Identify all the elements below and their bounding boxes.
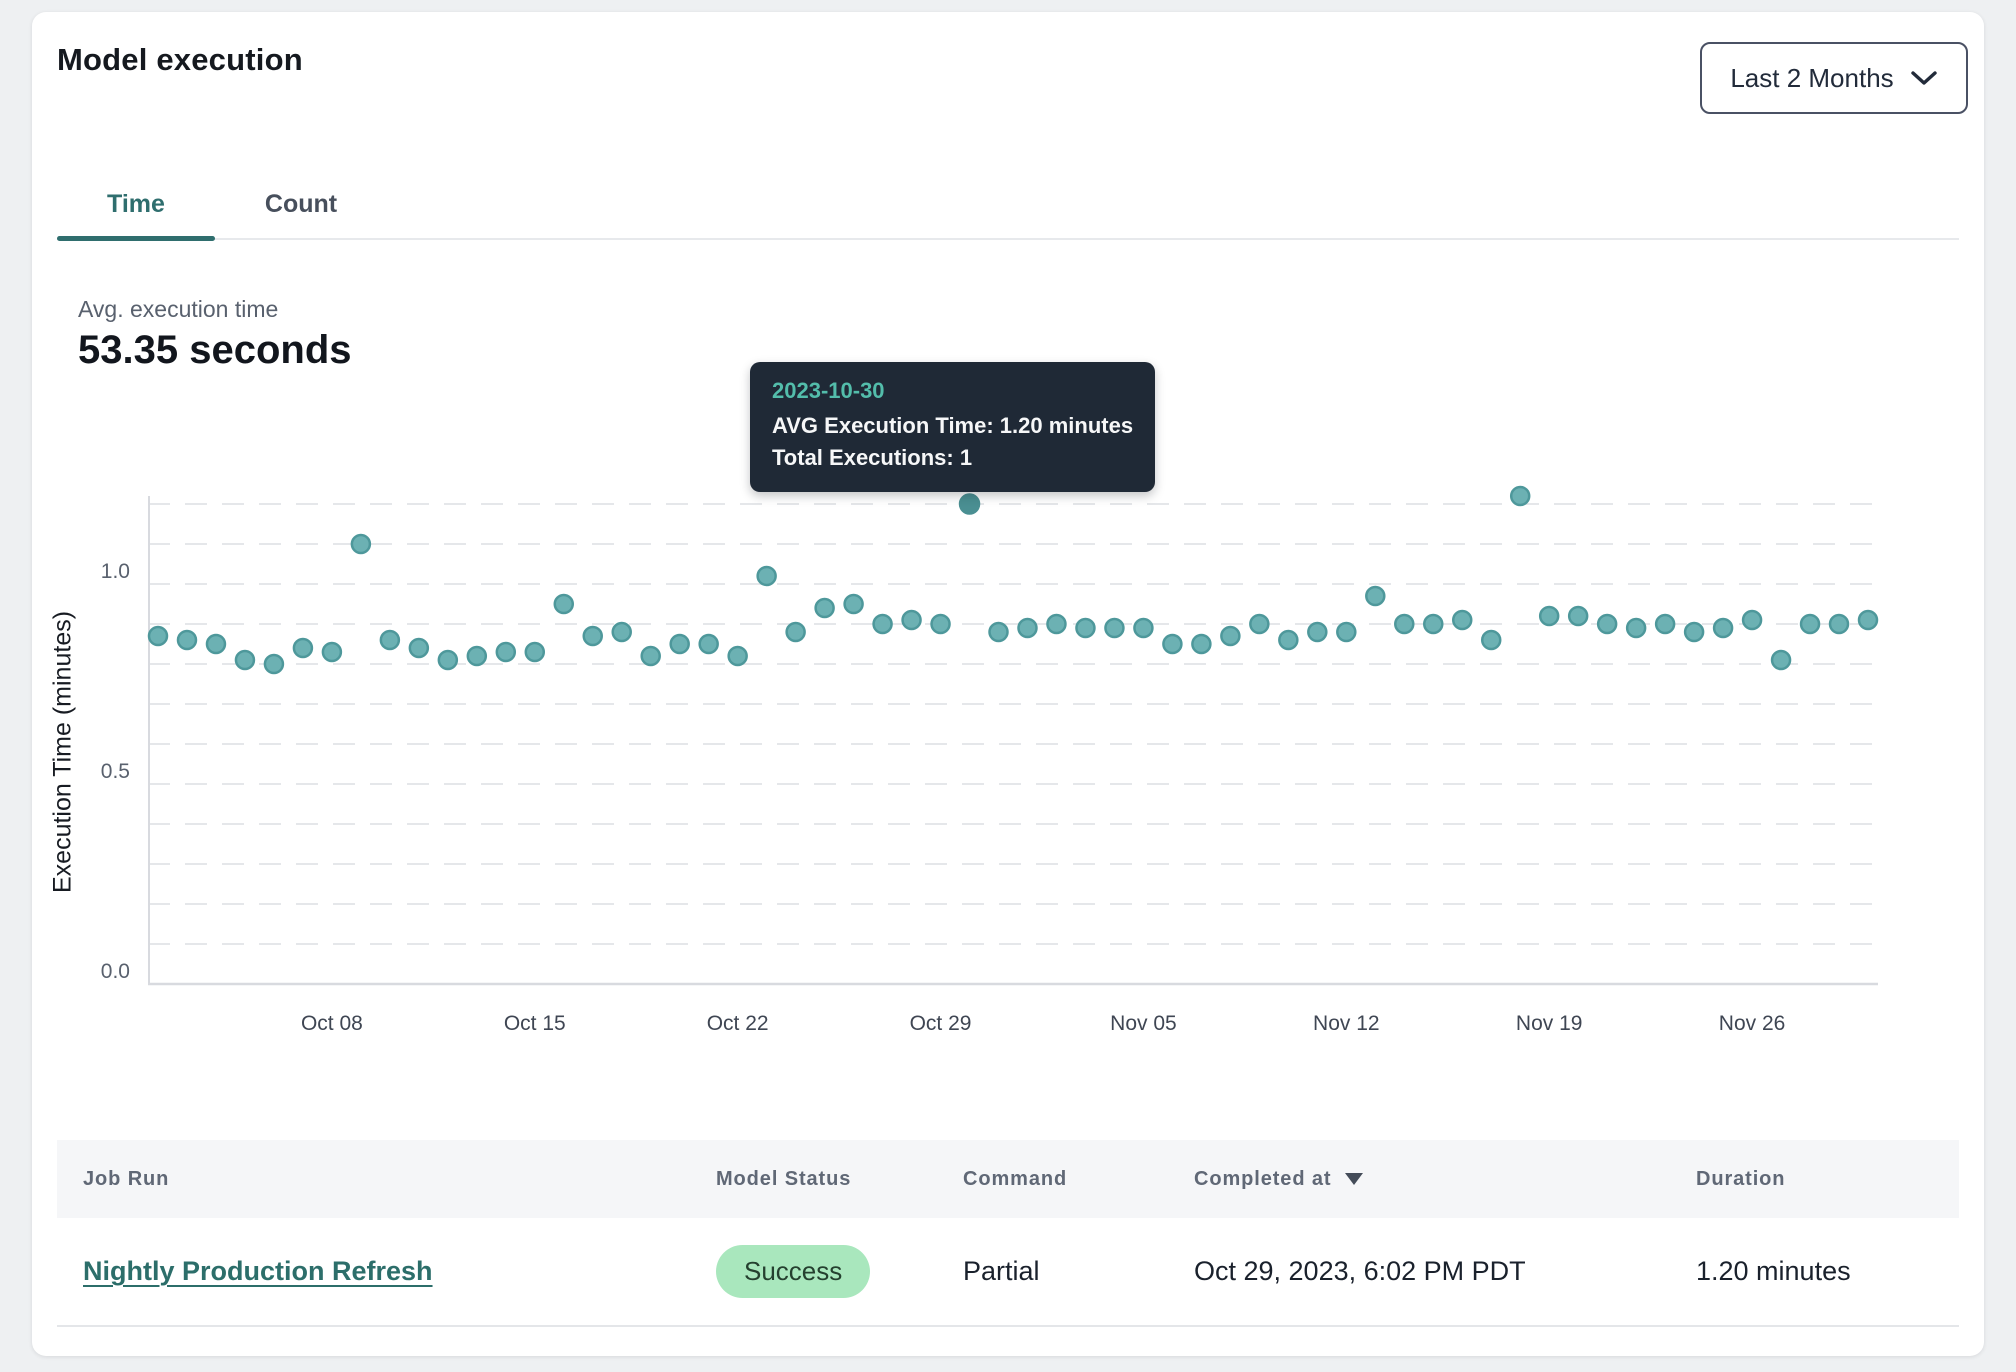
x-axis-tick-labels: Oct 08 Oct 15 Oct 22 Oct 29 Nov 05 Nov 12 Nov … <box>148 1012 1878 1042</box>
col-header-model-status[interactable]: Model Status <box>690 1168 937 1191</box>
model-execution-card: Model execution Last 2 Months Time Count… <box>32 12 1984 1356</box>
avg-execution-time-label: Avg. execution time <box>78 296 278 323</box>
avg-execution-time-value: 53.35 seconds <box>78 328 352 373</box>
command-cell: Partial <box>937 1256 1168 1287</box>
y-tick-label: 0.5 <box>60 759 130 785</box>
sort-descending-icon[interactable] <box>1345 1173 1363 1185</box>
x-tick-label: Oct 29 <box>910 1012 972 1036</box>
job-run-link[interactable]: Nightly Production Refresh <box>83 1256 433 1286</box>
date-range-label: Last 2 Months <box>1730 63 1893 94</box>
chart-tooltip: 2023-10-30 AVG Execution Time: 1.20 minu… <box>750 362 1155 492</box>
x-tick-label: Nov 05 <box>1110 1012 1177 1036</box>
job-runs-table: Job Run Model Status Command Completed a… <box>57 1140 1959 1327</box>
completed-at-cell: Oct 29, 2023, 6:02 PM PDT <box>1168 1256 1670 1287</box>
tab-count-label: Count <box>265 190 337 218</box>
col-header-duration[interactable]: Duration <box>1670 1168 1959 1191</box>
duration-cell: 1.20 minutes <box>1670 1256 1959 1287</box>
table-header-row: Job Run Model Status Command Completed a… <box>57 1140 1959 1218</box>
x-tick-label: Nov 26 <box>1719 1012 1786 1036</box>
tab-time[interactable]: Time <box>57 172 215 238</box>
col-header-job-run[interactable]: Job Run <box>57 1168 690 1191</box>
status-badge: Success <box>716 1245 870 1298</box>
tooltip-avg-line: AVG Execution Time: 1.20 minutes <box>772 410 1133 442</box>
tooltip-date: 2023-10-30 <box>772 378 1133 404</box>
chart-tabbar: Time Count <box>57 172 1959 240</box>
x-tick-label: Nov 12 <box>1313 1012 1380 1036</box>
x-tick-label: Oct 15 <box>504 1012 566 1036</box>
execution-time-scatter-chart[interactable] <box>148 490 1878 1030</box>
table-row: Nightly Production Refresh Success Parti… <box>57 1218 1959 1327</box>
col-header-completed-at[interactable]: Completed at <box>1168 1168 1670 1191</box>
tab-time-label: Time <box>107 190 165 218</box>
col-header-command[interactable]: Command <box>937 1168 1168 1191</box>
x-tick-label: Oct 22 <box>707 1012 769 1036</box>
tooltip-total-line: Total Executions: 1 <box>772 442 1133 474</box>
chevron-down-icon <box>1910 69 1938 87</box>
y-axis-title: Execution Time (minutes) <box>46 472 80 1032</box>
page-title: Model execution <box>57 42 303 78</box>
y-tick-label: 0.0 <box>60 959 130 985</box>
x-tick-label: Nov 19 <box>1516 1012 1583 1036</box>
tab-count[interactable]: Count <box>215 172 387 238</box>
x-tick-label: Oct 08 <box>301 1012 363 1036</box>
y-tick-label: 1.0 <box>60 559 130 585</box>
date-range-dropdown[interactable]: Last 2 Months <box>1700 42 1968 114</box>
